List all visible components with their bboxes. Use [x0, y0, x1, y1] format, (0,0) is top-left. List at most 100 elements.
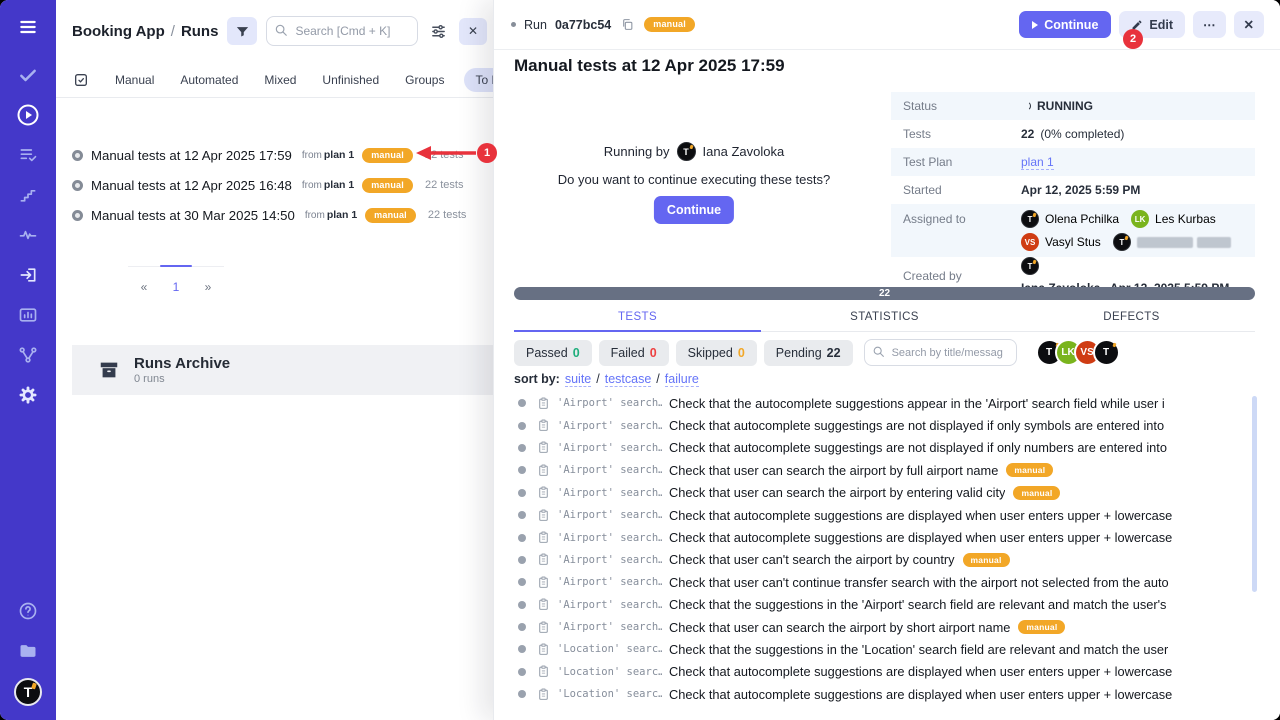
manual-badge: manual	[362, 178, 413, 193]
test-row[interactable]: 'Airport' search… Check that user can't …	[494, 571, 1250, 593]
test-title: Check that user can't continue transfer …	[669, 575, 1169, 590]
test-cases-icon[interactable]	[15, 62, 41, 88]
projects-folder-icon[interactable]	[15, 638, 41, 664]
status-filter-chip[interactable]: Passed 0	[514, 340, 592, 366]
run-list-item[interactable]: Manual tests at 12 Apr 2025 16:48 frompl…	[56, 170, 493, 200]
test-row[interactable]: 'Airport' search… Check that autocomplet…	[494, 504, 1250, 526]
copy-icon[interactable]	[621, 18, 634, 31]
status-filter-chip[interactable]: Pending 22	[764, 340, 853, 366]
help-icon[interactable]	[15, 598, 41, 624]
status-dot-icon	[518, 668, 526, 676]
tests-search-input[interactable]	[864, 339, 1017, 366]
activity-icon[interactable]	[15, 222, 41, 248]
test-row[interactable]: 'Airport' search… Check that autocomplet…	[494, 437, 1250, 459]
test-row[interactable]: 'Airport' search… Check that user can't …	[494, 549, 1250, 571]
run-from: fromplan 1	[305, 209, 357, 221]
test-row[interactable]: 'Airport' search… Check that autocomplet…	[494, 414, 1250, 436]
pagination: « 1 »	[128, 266, 224, 294]
settings-gear-icon[interactable]	[15, 382, 41, 408]
clipboard-icon	[537, 419, 550, 432]
test-row[interactable]: 'Airport' search… Check that the suggest…	[494, 594, 1250, 616]
test-row[interactable]: 'Airport' search… Check that user can se…	[494, 616, 1250, 638]
view-settings-icon[interactable]	[427, 20, 449, 42]
status-filter-chip[interactable]: Skipped 0	[676, 340, 757, 366]
runner-name: Iana Zavoloka	[703, 144, 785, 159]
runs-filter-tab[interactable]: Mixed	[264, 73, 296, 87]
test-suite-name: 'Airport' search…	[557, 442, 662, 454]
pagination-prev[interactable]: «	[128, 280, 160, 294]
run-detail-tab[interactable]: TESTS	[514, 303, 761, 332]
assignee-avatar-cluster[interactable]: T LK VS T	[1036, 339, 1120, 366]
test-row[interactable]: 'Airport' search… Check that autocomplet…	[494, 526, 1250, 548]
milestones-icon[interactable]	[15, 342, 41, 368]
test-title: Check that user can search the airport b…	[669, 485, 1005, 500]
status-dot-icon	[518, 645, 526, 653]
close-panel-button[interactable]: ✕	[459, 18, 487, 45]
test-row[interactable]: 'Airport' search… Check that user can se…	[494, 459, 1250, 481]
sort-option-link[interactable]: suite	[565, 372, 591, 387]
status-dot-icon	[518, 534, 526, 542]
test-row[interactable]: 'Location' searc… Check that the suggest…	[494, 638, 1250, 660]
assignee[interactable]: T Olena Pchilka	[1021, 210, 1119, 228]
test-title: Check that autocomplete suggestings are …	[669, 440, 1167, 455]
search-input[interactable]	[266, 16, 418, 46]
more-actions-button[interactable]: ⋯	[1193, 11, 1226, 38]
assignee[interactable]: T	[1113, 233, 1231, 251]
run-detail-tab[interactable]: DEFECTS	[1008, 303, 1255, 332]
runs-filter-tab[interactable]: Manual	[115, 73, 154, 87]
runs-search	[266, 16, 418, 46]
test-row[interactable]: 'Location' searc… Check that autocomplet…	[494, 683, 1250, 705]
assignee-avatar: LK	[1131, 210, 1149, 228]
runs-filter-tab[interactable]: Groups	[405, 73, 444, 87]
test-suite-name: 'Location' searc…	[557, 688, 662, 700]
funnel-icon	[235, 24, 250, 39]
run-list-item[interactable]: Manual tests at 30 Mar 2025 14:50 frompl…	[56, 200, 493, 230]
runs-filter-tab[interactable]: Automated	[180, 73, 238, 87]
cluster-avatar: T	[1093, 339, 1120, 366]
reports-icon[interactable]	[15, 302, 41, 328]
sort-option-link[interactable]: failure	[665, 372, 699, 387]
clipboard-icon	[537, 531, 550, 544]
runs-icon[interactable]	[15, 102, 41, 128]
close-run-button[interactable]: ✕	[1234, 11, 1264, 38]
clipboard-icon	[537, 486, 550, 499]
run-detail-tab[interactable]: STATISTICS	[761, 303, 1008, 332]
menu-icon[interactable]	[15, 14, 41, 40]
test-row[interactable]: 'Airport' search… Check that user can se…	[494, 482, 1250, 504]
continue-run-button[interactable]: Continue	[654, 196, 734, 224]
assignee-name: Vasyl Stus	[1045, 235, 1101, 249]
select-all-icon[interactable]	[72, 71, 89, 88]
continue-button[interactable]: Continue	[1019, 11, 1111, 38]
sort-option-link[interactable]: testcase	[605, 372, 652, 387]
breadcrumb-page: Runs	[181, 23, 219, 40]
runs-archive[interactable]: Runs Archive 0 runs	[72, 345, 493, 395]
run-id: 0a77bc54	[555, 18, 611, 32]
sign-in-icon[interactable]	[15, 262, 41, 288]
test-row[interactable]: 'Airport' search… Check that the autocom…	[494, 392, 1250, 414]
assignee[interactable]: VS Vasyl Stus	[1021, 233, 1101, 251]
test-row[interactable]: 'Location' searc… Check that autocomplet…	[494, 661, 1250, 683]
test-plan-link[interactable]: plan 1	[1021, 155, 1054, 170]
steps-icon[interactable]	[15, 182, 41, 208]
breadcrumb-project[interactable]: Booking App	[72, 23, 165, 40]
search-icon	[872, 345, 885, 363]
user-avatar[interactable]: T	[14, 678, 42, 706]
runs-filter-tab[interactable]: Unfinished	[322, 73, 379, 87]
shared-steps-icon[interactable]	[15, 142, 41, 168]
status-dot-icon	[518, 444, 526, 452]
filter-button[interactable]	[227, 17, 257, 45]
pagination-page-1[interactable]: 1	[160, 280, 192, 294]
list-scrollbar[interactable]	[1252, 396, 1257, 592]
runs-list-panel: Booking App / Runs ✕	[56, 0, 493, 720]
breadcrumb-separator: /	[171, 23, 175, 40]
sort-by-row: sort by: suite/ testcase/ failure/	[514, 372, 699, 387]
assignee[interactable]: LK Les Kurbas	[1131, 210, 1216, 228]
run-title: Manual tests at 12 Apr 2025 16:48	[91, 178, 292, 193]
running-spinner-icon	[1021, 101, 1031, 111]
test-suite-name: 'Location' searc…	[557, 666, 662, 678]
runs-filter-tab[interactable]: To Review	[464, 68, 493, 92]
pagination-next[interactable]: »	[192, 280, 224, 294]
clipboard-icon	[537, 397, 550, 410]
assignee-avatar: VS	[1021, 233, 1039, 251]
status-filter-chip[interactable]: Failed 0	[599, 340, 669, 366]
